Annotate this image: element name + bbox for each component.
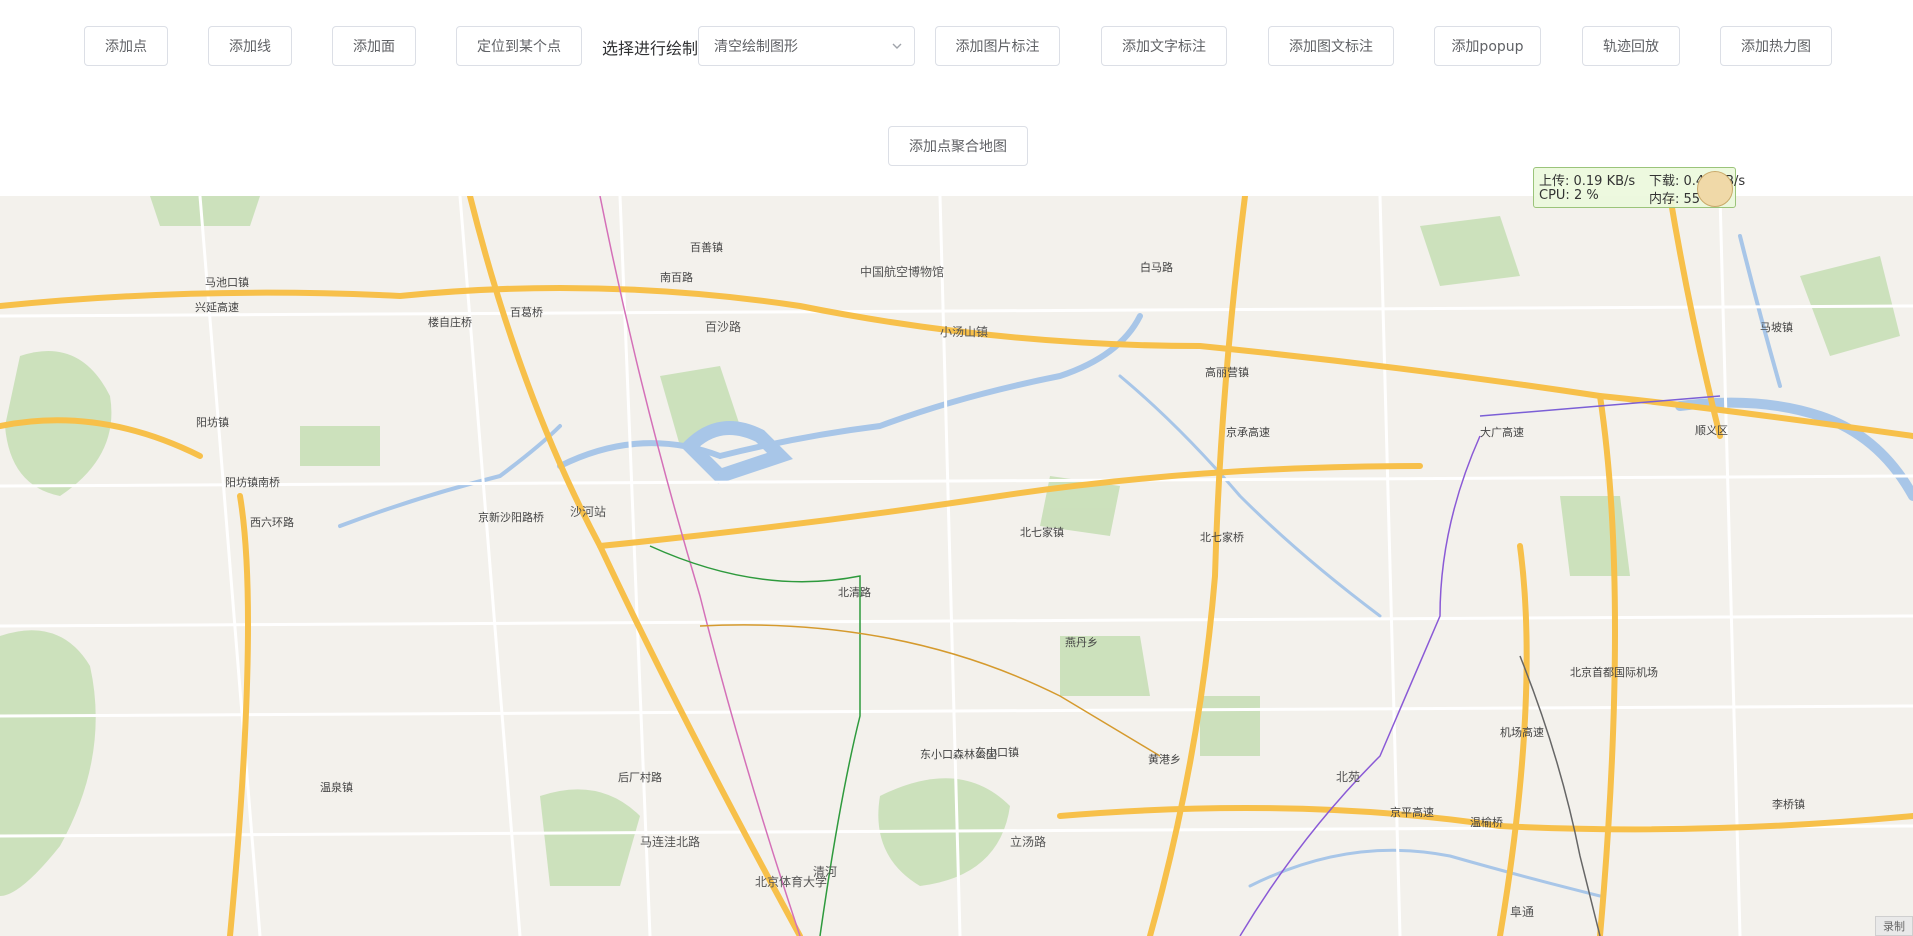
add-line-button[interactable]: 添加线 — [208, 26, 292, 66]
network-monitor-widget: 上传: 0.19 KB/s 下载: 0.48 KB/s CPU: 2 % 内存:… — [1533, 167, 1745, 208]
map-place-label: 阜通 — [1510, 905, 1534, 919]
map-place-label: 中国航空博物馆 — [860, 264, 944, 279]
map-canvas[interactable]: 马池口镇 百善镇南百路 白马路百葛桥楼自庄桥 兴延高速阳坊镇阳坊镇南桥西六环路 京新沙阳… — [0, 196, 1913, 936]
map-place-label: 百善镇 — [690, 240, 723, 254]
map-place-label: 高丽营镇 — [1205, 365, 1249, 379]
map-place-label: 百葛桥 — [510, 306, 543, 319]
map-place-label: 温榆桥 — [1470, 815, 1503, 829]
draw-shape-select[interactable]: 清空绘制图形 — [698, 26, 915, 66]
map-place-label: 大广高速 — [1480, 425, 1524, 439]
map-place-label: 燕丹乡 — [1065, 636, 1098, 649]
map-place-label: 机场高速 — [1500, 725, 1544, 739]
add-image-text-marker-button[interactable]: 添加图文标注 — [1268, 26, 1394, 66]
track-playback-button[interactable]: 轨迹回放 — [1582, 26, 1680, 66]
map-place-label: 马池口镇 — [205, 275, 249, 289]
map-place-label: 顺义区 — [1695, 424, 1728, 437]
map-place-label: 沙河站 — [570, 505, 606, 519]
locate-point-button[interactable]: 定位到某个点 — [456, 26, 582, 66]
map-place-label: 小汤山镇 — [940, 325, 988, 339]
add-point-button[interactable]: 添加点 — [84, 26, 168, 66]
upload-speed: 上传: 0.19 KB/s — [1539, 174, 1636, 189]
map-place-label: 楼自庄桥 — [428, 315, 472, 329]
map-place-label: 立汤路 — [1010, 834, 1046, 849]
map-place-label: 京平高速 — [1390, 805, 1434, 819]
map-place-label: 温泉镇 — [320, 780, 353, 794]
add-cluster-map-button[interactable]: 添加点聚合地图 — [888, 126, 1028, 166]
map-place-label: 北七家桥 — [1200, 530, 1244, 544]
map-place-label: 阳坊镇南桥 — [225, 475, 280, 489]
map-place-label: 北七家镇 — [1020, 525, 1064, 539]
map-place-label: 阳坊镇 — [196, 415, 229, 429]
map-place-label: 后厂村路 — [618, 770, 662, 784]
map-place-label: 京承高速 — [1226, 425, 1270, 439]
add-polygon-button[interactable]: 添加面 — [332, 26, 416, 66]
map-place-label: 马连洼北路 — [640, 834, 700, 849]
map-place-label: 白马路 — [1140, 260, 1173, 274]
map-place-label: 李桥镇 — [1772, 797, 1805, 811]
add-popup-button[interactable]: 添加popup — [1434, 26, 1541, 66]
map-place-label: 马坡镇 — [1760, 320, 1793, 334]
map-place-label: 兴延高速 — [195, 300, 239, 314]
draw-select-value: 清空绘制图形 — [714, 39, 798, 55]
map-place-label: 黄港乡 — [1148, 752, 1181, 766]
map-place-label: 南百路 — [660, 271, 693, 284]
map-corner-tag: 录制 — [1875, 916, 1913, 936]
map-place-label: 北苑 — [1336, 770, 1360, 784]
add-image-marker-button[interactable]: 添加图片标注 — [935, 26, 1060, 66]
chevron-down-icon — [892, 43, 902, 49]
draw-select-label: 选择进行绘制 — [602, 39, 699, 58]
add-text-marker-button[interactable]: 添加文字标注 — [1101, 26, 1227, 66]
map-place-label: 北清路 — [838, 586, 871, 599]
add-heatmap-button[interactable]: 添加热力图 — [1720, 26, 1832, 66]
map-place-label: 西六环路 — [250, 516, 294, 529]
map-place-label: 东小口森林公园 — [920, 747, 997, 761]
map-layer: 马池口镇 百善镇南百路 白马路百葛桥楼自庄桥 兴延高速阳坊镇阳坊镇南桥西六环路 京新沙阳… — [0, 196, 1913, 936]
cpu-usage: CPU: 2 % — [1539, 188, 1599, 203]
avatar — [1697, 171, 1733, 207]
map-place-label: 京新沙阳路桥 — [478, 510, 544, 524]
map-place-label: 北京首都国际机场 — [1570, 665, 1658, 679]
map-place-label: 百沙路 — [705, 319, 741, 334]
map-place-label: 北京体育大学 — [755, 874, 827, 889]
